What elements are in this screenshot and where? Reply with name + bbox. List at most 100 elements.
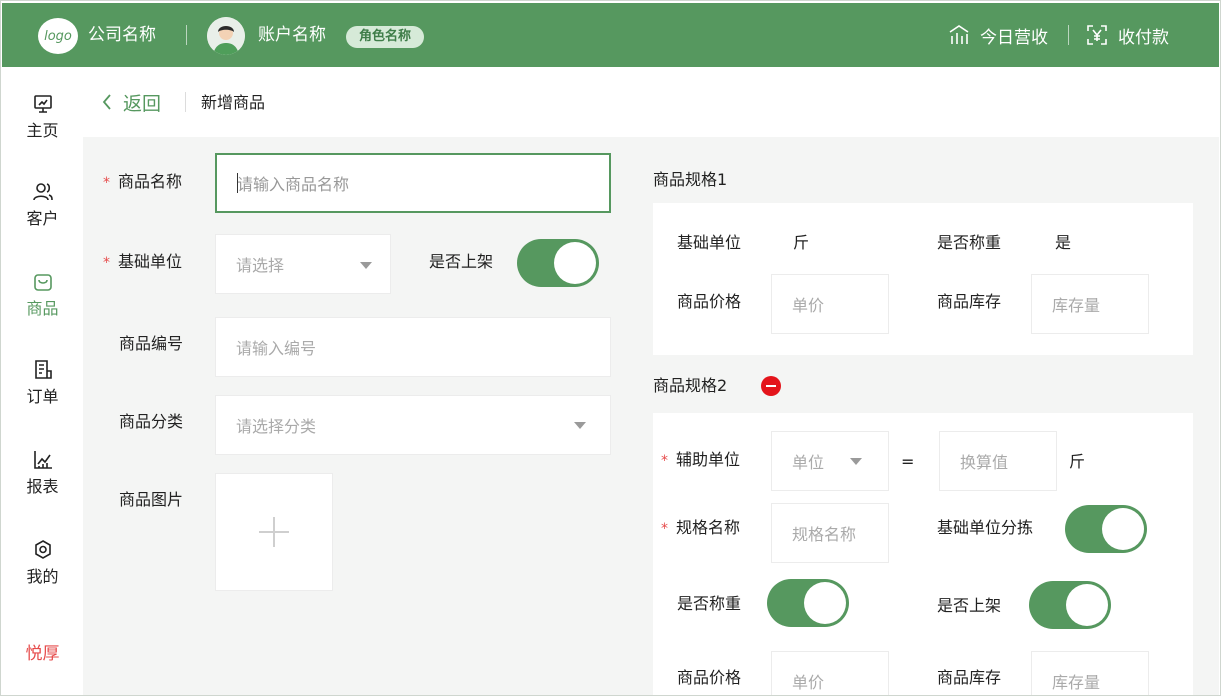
spec2-weigh-toggle[interactable]	[767, 579, 849, 627]
sidebar-item-label: 主页	[26, 121, 59, 140]
required-mark: *	[661, 521, 668, 537]
equals-sign: =	[901, 452, 915, 471]
revenue-icon	[949, 25, 969, 44]
label-text: 辅助单位	[676, 450, 741, 469]
spec2-weigh-label: 是否称重	[677, 594, 742, 613]
gear-icon	[34, 540, 51, 559]
image-upload-button[interactable]	[215, 473, 333, 591]
header-divider	[186, 25, 187, 45]
collect-payment-label: 收付款	[1118, 27, 1169, 48]
spec2-stock-label: 商品库存	[937, 668, 1002, 687]
company-name: 公司名称	[88, 25, 156, 45]
scan-payment-icon	[1087, 25, 1107, 45]
toggle-knob	[1066, 584, 1108, 626]
input-placeholder: 请输入商品名称	[237, 175, 350, 194]
label-text: 商品名称	[118, 172, 183, 191]
sidebar-item-label: 我的	[26, 567, 59, 586]
back-button[interactable]: 返回	[101, 89, 161, 115]
spec1-stock-input[interactable]: 库存量	[1031, 274, 1149, 334]
today-revenue-link[interactable]: 今日营收	[948, 21, 1048, 49]
spec1-weigh-value: 是	[1055, 233, 1072, 252]
category-select[interactable]: 请选择分类	[215, 395, 611, 455]
select-placeholder: 请选择	[236, 256, 285, 275]
sidebar-item-mine[interactable]: 我的	[2, 539, 83, 587]
category-label: 商品分类	[119, 412, 184, 431]
remove-spec-icon[interactable]	[761, 376, 781, 396]
required-mark: *	[103, 255, 110, 271]
spec2-base-sort-label: 基础单位分拣	[937, 518, 1034, 537]
spec2-aux-unit-label: * 辅助单位	[661, 449, 740, 472]
base-unit-label: * 基础单位	[103, 251, 182, 274]
spec2-title: 商品规格2	[653, 376, 728, 395]
users-icon	[32, 183, 53, 201]
toggle-knob	[1102, 508, 1144, 550]
sidebar-item-reports[interactable]: 报表	[2, 449, 83, 497]
spec2-base-sort-toggle[interactable]	[1065, 505, 1147, 553]
chevron-down-icon	[850, 458, 862, 465]
sidebar-item-label: 客户	[26, 209, 59, 228]
spec2-conversion-input[interactable]: 换算值	[939, 431, 1057, 491]
sidebar-item-label: 报表	[26, 477, 59, 496]
sidebar-item-label: 商品	[26, 299, 59, 318]
collect-payment-link[interactable]: 收付款	[1086, 21, 1169, 49]
spec2-price-input[interactable]: 单价	[771, 651, 889, 695]
select-placeholder: 请选择分类	[236, 417, 317, 436]
role-badge: 角色名称	[346, 26, 425, 48]
chevron-down-icon	[574, 422, 586, 429]
account-name: 账户名称	[258, 25, 326, 45]
spec2-on-shelf-label: 是否上架	[937, 596, 1002, 615]
sidebar-item-home[interactable]: 主页	[2, 93, 83, 141]
bag-icon	[33, 274, 52, 291]
monitor-icon	[33, 95, 52, 113]
chevron-down-icon	[360, 262, 372, 269]
toggle-knob	[804, 582, 846, 624]
required-mark: *	[661, 453, 668, 469]
product-name-input[interactable]: 请输入商品名称	[215, 153, 611, 213]
product-code-input[interactable]: 请输入编号	[215, 317, 611, 377]
order-icon	[34, 360, 52, 379]
input-placeholder: 单价	[792, 673, 825, 692]
company-logo: logo	[38, 18, 78, 54]
header-divider	[1068, 25, 1069, 45]
toggle-knob	[554, 242, 596, 284]
spec1-card: 基础单位 斤 是否称重 是 商品价格 单价 商品库存 库存量	[653, 203, 1193, 355]
sidebar-item-products[interactable]: 商品	[2, 271, 83, 319]
input-placeholder: 库存量	[1052, 673, 1101, 692]
spec2-aux-unit-select[interactable]: 单位	[771, 431, 889, 491]
sidebar-item-orders[interactable]: 订单	[2, 359, 83, 407]
product-name-label: * 商品名称	[103, 171, 182, 194]
spec2-conversion-unit: 斤	[1069, 452, 1086, 471]
plus-icon	[259, 517, 289, 547]
sidebar-item-customers[interactable]: 客户	[2, 181, 83, 229]
label-text: 规格名称	[676, 518, 741, 537]
avatar[interactable]	[207, 17, 245, 55]
text-cursor	[237, 173, 238, 193]
spec1-weigh-label: 是否称重	[937, 233, 1002, 252]
on-shelf-toggle[interactable]	[517, 239, 599, 287]
spec2-card: * 辅助单位 单位 = 换算值 斤 * 规格名称 规格名称 基础单位分拣 是否称重 …	[653, 413, 1193, 695]
required-mark: *	[103, 175, 110, 191]
chart-icon	[33, 451, 52, 469]
spec2-name-label: * 规格名称	[661, 517, 740, 540]
main-content: 返回 新增商品 * 商品名称 请输入商品名称 * 基础单位 请选择 是否上架 商品编…	[83, 67, 1219, 695]
input-placeholder: 换算值	[960, 453, 1009, 472]
sidebar: 主页 客户 商品 订单 报表 我的 悦厚	[2, 67, 83, 695]
sidebar-item-label: 订单	[26, 387, 59, 406]
input-placeholder: 规格名称	[792, 525, 857, 544]
spec1-price-input[interactable]: 单价	[771, 274, 889, 334]
input-placeholder: 请输入编号	[236, 339, 317, 358]
spec2-stock-input[interactable]: 库存量	[1031, 651, 1149, 695]
input-placeholder: 单价	[792, 296, 825, 315]
spec1-base-unit-value: 斤	[793, 233, 810, 252]
base-unit-select[interactable]: 请选择	[215, 234, 391, 294]
spec2-price-label: 商品价格	[677, 668, 742, 687]
spec1-title: 商品规格1	[653, 170, 728, 189]
product-image-label: 商品图片	[119, 490, 184, 509]
spec2-on-shelf-toggle[interactable]	[1029, 581, 1111, 629]
today-revenue-label: 今日营收	[980, 27, 1048, 48]
top-header: logo 公司名称 账户名称 角色名称 今日营收 收付款	[2, 3, 1219, 67]
spec2-name-input[interactable]: 规格名称	[771, 503, 889, 563]
back-label: 返回	[123, 92, 162, 115]
page-topbar: 返回 新增商品	[83, 67, 1219, 137]
select-placeholder: 单位	[792, 453, 825, 472]
